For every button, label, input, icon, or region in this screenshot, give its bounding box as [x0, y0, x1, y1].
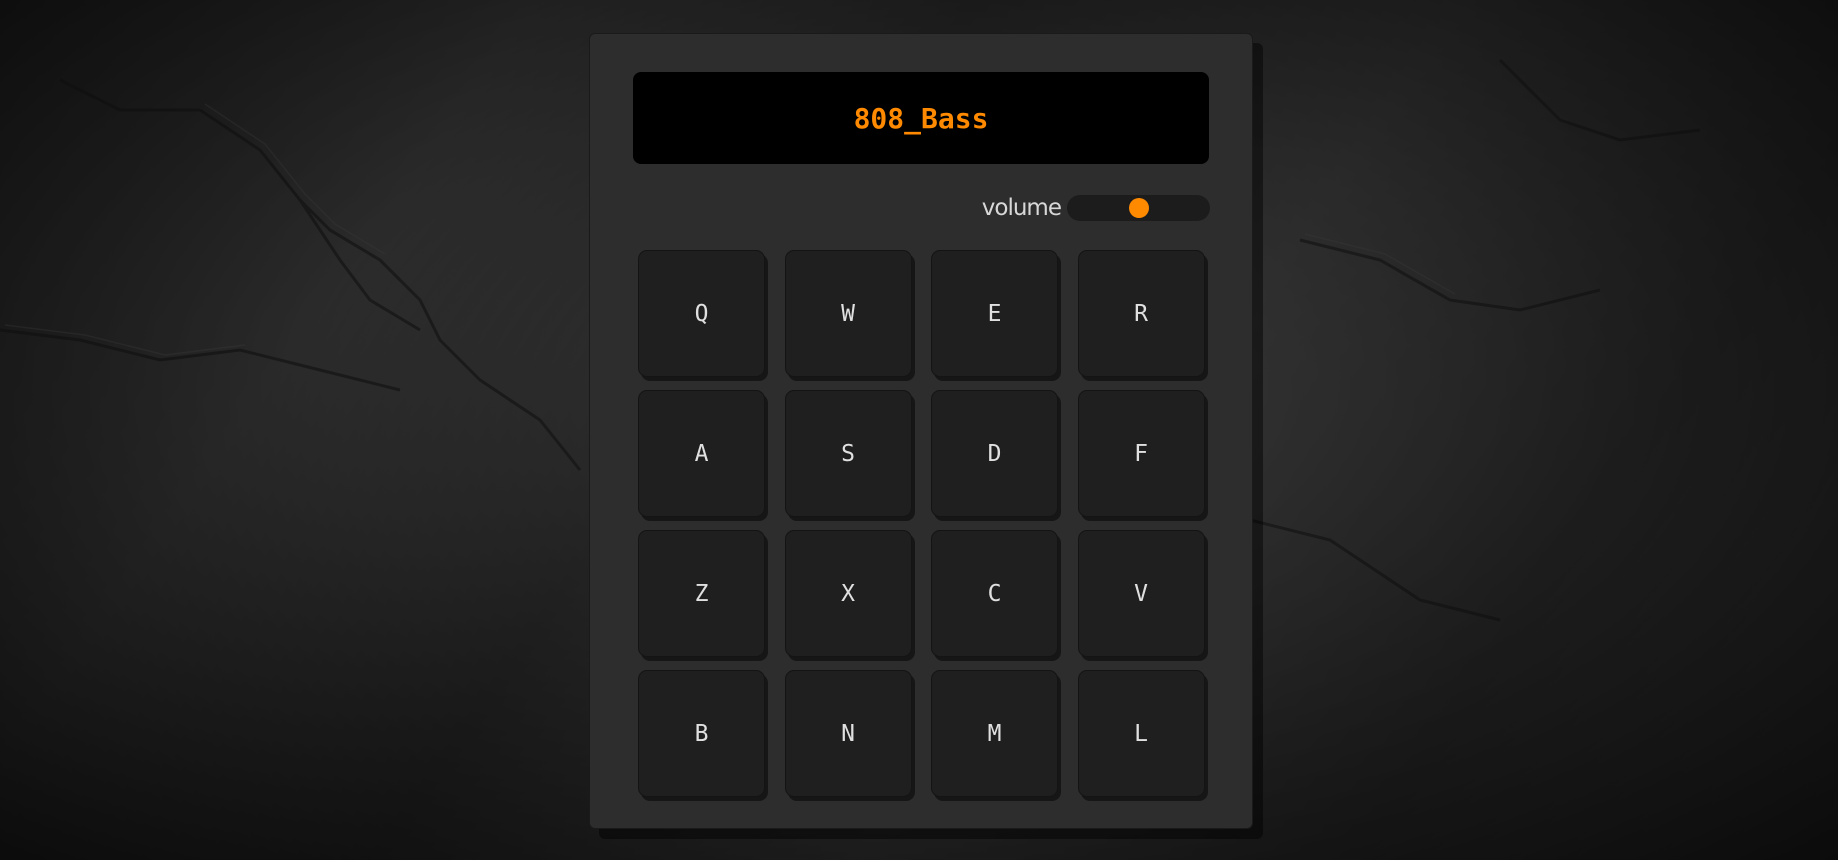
drum-pad-w[interactable]: W: [784, 250, 912, 377]
drum-pad-v[interactable]: V: [1077, 530, 1205, 657]
drum-pad-b[interactable]: B: [638, 670, 765, 797]
drum-pad-q[interactable]: Q: [638, 250, 765, 377]
volume-slider-thumb[interactable]: [1128, 198, 1149, 218]
drum-pad-s[interactable]: S: [784, 390, 912, 517]
drum-pad-r[interactable]: R: [1077, 250, 1205, 377]
volume-label: volume: [981, 195, 1062, 221]
drum-pad-c[interactable]: C: [931, 530, 1058, 657]
drum-pad-m[interactable]: M: [931, 670, 1058, 797]
drum-pad-d[interactable]: D: [931, 390, 1058, 517]
drum-pad-a[interactable]: A: [638, 390, 765, 517]
drum-pad-z[interactable]: Z: [638, 530, 765, 657]
drum-machine: 808_Bass volume Q W E R A S D F Z X C V …: [589, 33, 1253, 829]
drum-pad-f[interactable]: F: [1077, 390, 1205, 517]
drum-pad-n[interactable]: N: [784, 670, 912, 797]
drum-pad-x[interactable]: X: [784, 530, 912, 657]
drum-pad-l[interactable]: L: [1077, 670, 1205, 797]
drum-pad-e[interactable]: E: [931, 250, 1058, 377]
sound-display: 808_Bass: [633, 72, 1209, 164]
volume-slider[interactable]: [1067, 195, 1210, 221]
volume-control: volume: [970, 194, 1210, 222]
drum-pad-grid: Q W E R A S D F Z X C V B N M L: [638, 250, 1208, 797]
sound-name: 808_Bass: [853, 101, 989, 135]
